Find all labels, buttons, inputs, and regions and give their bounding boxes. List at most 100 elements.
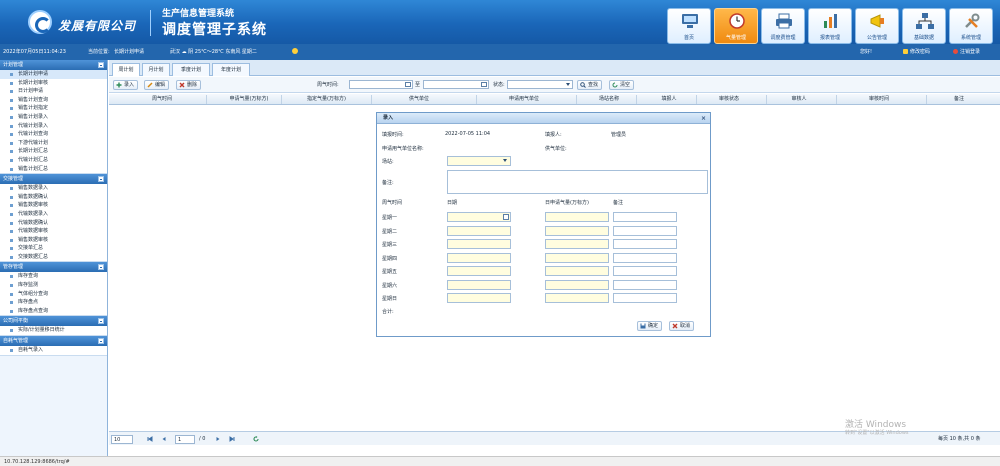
grid-column-header[interactable]: 备注 xyxy=(929,94,989,105)
sidebar-group-header[interactable]: 交接管理 xyxy=(0,174,107,185)
sidebar-item[interactable]: 代输数据录入 xyxy=(0,210,107,219)
sidebar-item[interactable]: 销售数据审核 xyxy=(0,236,107,245)
sidebar-item[interactable]: 长期计划汇总 xyxy=(0,147,107,156)
tab-quarterly[interactable]: 季度计划 xyxy=(172,63,210,76)
sidebar-item[interactable]: 自耗气录入 xyxy=(0,346,107,355)
sidebar-item[interactable]: 长期计划申请 xyxy=(0,70,107,79)
nav-system[interactable]: 系统管理 xyxy=(949,8,993,44)
nav-reports[interactable]: 报表管理 xyxy=(808,8,852,44)
grid-column-header[interactable]: 审核人 xyxy=(769,94,829,105)
confirm-button[interactable]: 确定 xyxy=(637,321,663,331)
change-password-link[interactable]: 修改密码 xyxy=(903,44,930,60)
sidebar-item[interactable]: 长期计划审核 xyxy=(0,79,107,88)
date-input[interactable] xyxy=(447,279,511,290)
quantity-input[interactable] xyxy=(545,266,609,276)
logout-link[interactable]: 注销登录 xyxy=(953,44,980,60)
sidebar-item[interactable]: 销售数据确认 xyxy=(0,193,107,202)
sidebar-group-header[interactable]: 自耗气管理 xyxy=(0,336,107,347)
collapse-icon[interactable] xyxy=(98,338,104,345)
quantity-input[interactable] xyxy=(545,239,609,249)
grid-column-header[interactable]: 场站名称 xyxy=(579,94,639,105)
sidebar-item[interactable]: 库存盘点查询 xyxy=(0,307,107,316)
sidebar-item[interactable]: 代输数据确认 xyxy=(0,219,107,228)
date-input[interactable] xyxy=(447,266,511,276)
sidebar-item[interactable]: 销售计划查询 xyxy=(0,96,107,105)
date-input[interactable] xyxy=(447,252,511,263)
prev-page-icon[interactable] xyxy=(161,436,167,442)
date-input[interactable] xyxy=(447,239,511,249)
first-page-icon[interactable] xyxy=(147,436,153,442)
day-remark-input[interactable] xyxy=(613,266,677,276)
sidebar-item[interactable]: 销售计划录入 xyxy=(0,113,107,122)
grid-column-header[interactable]: 供气单位 xyxy=(374,94,464,105)
collapse-icon[interactable] xyxy=(98,318,104,325)
delete-button[interactable]: 删除 xyxy=(176,80,202,90)
clear-button[interactable]: 清空 xyxy=(609,80,635,90)
date-input[interactable] xyxy=(447,225,511,236)
sidebar-item[interactable]: 销售计划指定 xyxy=(0,104,107,113)
quantity-input[interactable] xyxy=(545,252,609,263)
quantity-input[interactable] xyxy=(545,279,609,290)
sidebar-item[interactable]: 销售数据录入 xyxy=(0,184,107,193)
collapse-icon[interactable] xyxy=(98,62,104,68)
date-input[interactable] xyxy=(447,293,511,303)
sidebar-item[interactable]: 代输数据审核 xyxy=(0,227,107,236)
page-size-select[interactable]: 10 xyxy=(111,435,133,444)
period-end-input[interactable] xyxy=(423,80,489,89)
grid-column-header[interactable]: 申请气量(万标方) xyxy=(209,94,289,105)
grid-column-header[interactable]: 审核时间 xyxy=(839,94,919,105)
nav-announcements[interactable]: 公告管理 xyxy=(855,8,899,44)
sidebar-item[interactable]: 实际/计划量移日统计 xyxy=(0,326,107,335)
close-icon[interactable]: × xyxy=(700,115,707,122)
sidebar-group-header[interactable]: 管存管理 xyxy=(0,262,107,273)
sidebar-item[interactable]: 销售数据审核 xyxy=(0,201,107,210)
day-remark-input[interactable] xyxy=(613,279,677,290)
quantity-input[interactable] xyxy=(545,293,609,303)
refresh-icon[interactable] xyxy=(253,436,259,442)
sidebar-item[interactable]: 日计划申请 xyxy=(0,87,107,96)
cancel-button[interactable]: 取消 xyxy=(669,321,695,331)
grid-column-header[interactable]: 周气时间 xyxy=(127,94,197,105)
nav-home[interactable]: 首页 xyxy=(667,8,711,44)
grid-column-header[interactable]: 填报人 xyxy=(639,94,699,105)
day-remark-input[interactable] xyxy=(613,239,677,249)
last-page-icon[interactable] xyxy=(229,436,235,442)
add-button[interactable]: 录入 xyxy=(113,80,139,90)
nav-base-data[interactable]: 基础数据 xyxy=(902,8,946,44)
page-number-input[interactable]: 1 xyxy=(175,435,195,444)
station-select[interactable] xyxy=(447,156,511,166)
day-remark-input[interactable] xyxy=(613,212,677,222)
day-remark-input[interactable] xyxy=(613,293,677,303)
remark-textarea[interactable] xyxy=(447,170,708,194)
sidebar-item[interactable]: 交接单汇总 xyxy=(0,244,107,253)
grid-column-header[interactable]: 申请用气单位 xyxy=(479,94,569,105)
edit-button[interactable]: 编辑 xyxy=(144,80,170,90)
sidebar-item[interactable]: 销售计划汇总 xyxy=(0,165,107,174)
period-start-input[interactable] xyxy=(349,80,413,89)
quantity-input[interactable] xyxy=(545,225,609,236)
collapse-icon[interactable] xyxy=(98,176,104,183)
date-input[interactable] xyxy=(447,212,511,222)
tab-weekly[interactable]: 周计划 xyxy=(112,63,140,76)
collapse-icon[interactable] xyxy=(98,264,104,271)
sidebar-item[interactable]: 代输计划汇总 xyxy=(0,156,107,165)
grid-column-header[interactable]: 指定气量(万标方) xyxy=(284,94,369,105)
nav-gas-volume[interactable]: 气量管理 xyxy=(714,8,758,44)
sidebar-item[interactable]: 库存监测 xyxy=(0,281,107,290)
quantity-input[interactable] xyxy=(545,212,609,222)
sidebar-item[interactable]: 代输计划查询 xyxy=(0,130,107,139)
sidebar-item[interactable]: 下游代输计划 xyxy=(0,139,107,148)
day-remark-input[interactable] xyxy=(613,252,677,263)
search-button[interactable]: 查找 xyxy=(577,80,603,90)
tab-monthly[interactable]: 月计划 xyxy=(142,63,170,76)
grid-column-header[interactable]: 审核状态 xyxy=(699,94,759,105)
sidebar-item[interactable]: 库存查询 xyxy=(0,272,107,281)
sidebar-item[interactable]: 库存盘点 xyxy=(0,298,107,307)
nav-dispatch-fee[interactable]: 调度费管理 xyxy=(761,8,805,44)
sidebar-group-header[interactable]: 计划管理 xyxy=(0,60,107,70)
sidebar-item[interactable]: 气体组分查询 xyxy=(0,290,107,299)
day-remark-input[interactable] xyxy=(613,225,677,236)
status-select[interactable] xyxy=(507,80,573,89)
next-page-icon[interactable] xyxy=(215,436,221,442)
tab-yearly[interactable]: 年度计划 xyxy=(212,63,250,76)
